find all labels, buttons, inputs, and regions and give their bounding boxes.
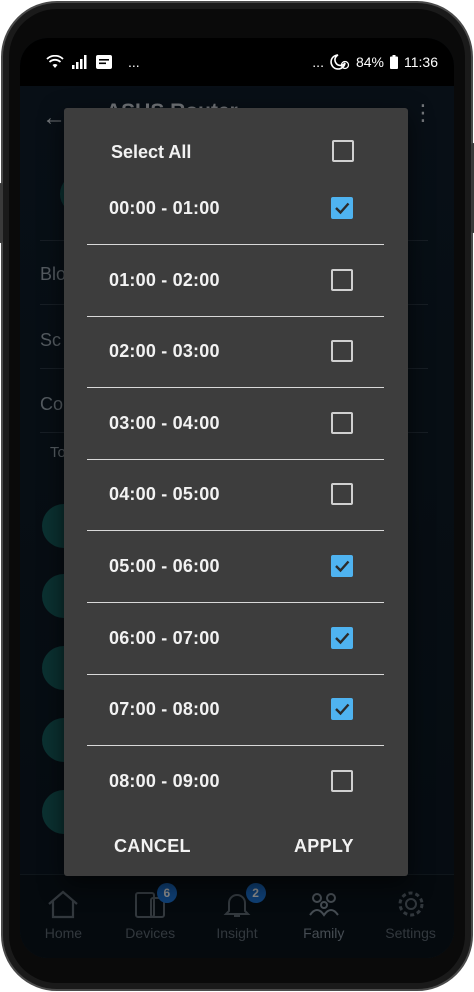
battery-percent: 84% xyxy=(355,54,384,70)
status-more-right: ... xyxy=(312,54,324,70)
message-icon xyxy=(96,55,112,69)
wifi-icon xyxy=(46,55,64,68)
volume-button xyxy=(0,183,3,243)
apply-button[interactable]: APPLY xyxy=(294,836,354,857)
time-slot-row[interactable]: 03:00 - 04:00 xyxy=(64,389,408,460)
status-more-left: ... xyxy=(128,54,140,70)
select-all-row[interactable]: Select All xyxy=(64,130,408,174)
cancel-button[interactable]: CANCEL xyxy=(114,836,191,857)
time-slot-label: 02:00 - 03:00 xyxy=(109,341,220,362)
time-slot-row[interactable]: 04:00 - 05:00 xyxy=(64,460,408,532)
time-slot-checkbox[interactable] xyxy=(331,340,353,363)
time-slot-checkbox[interactable] xyxy=(331,769,353,792)
time-slot-label: 03:00 - 04:00 xyxy=(109,412,220,433)
time-slot-checkbox[interactable] xyxy=(331,555,353,577)
status-bar: ... ... 84% 11:36 xyxy=(20,38,454,86)
time-slot-label: 08:00 - 09:00 xyxy=(109,770,220,791)
time-slot-label: 06:00 - 07:00 xyxy=(109,627,220,648)
time-slot-label: 00:00 - 01:00 xyxy=(109,198,220,218)
select-all-label: Select All xyxy=(111,142,192,162)
time-slot-row[interactable]: 01:00 - 02:00 xyxy=(64,246,408,317)
time-slot-label: 04:00 - 05:00 xyxy=(109,484,220,505)
time-slot-checkbox[interactable] xyxy=(331,483,353,506)
time-slot-checkbox[interactable] xyxy=(331,698,353,721)
time-slot-label: 07:00 - 08:00 xyxy=(109,699,220,720)
alarm-moon-icon xyxy=(330,54,350,70)
time-slot-row[interactable]: 05:00 - 06:00 xyxy=(64,532,408,603)
battery-icon xyxy=(390,55,398,69)
clock: 11:36 xyxy=(404,54,438,70)
time-slot-label: 01:00 - 02:00 xyxy=(109,269,220,290)
time-slot-checkbox[interactable] xyxy=(331,197,353,219)
time-slot-row[interactable]: 08:00 - 09:00 xyxy=(64,747,408,818)
time-slot-row[interactable]: 02:00 - 03:00 xyxy=(64,317,408,389)
screen: ... ... 84% 11:36 ← ASUS Router ⋮ Blo Sc xyxy=(20,38,454,958)
time-select-dialog: Select All 00:00 - 01:00 01:00 - 02:00 02:… xyxy=(64,108,408,876)
select-all-checkbox[interactable] xyxy=(332,140,354,162)
time-slot-checkbox[interactable] xyxy=(331,626,353,649)
time-slot-checkbox[interactable] xyxy=(331,411,353,434)
time-slot-checkbox[interactable] xyxy=(331,268,353,291)
time-slot-row[interactable]: 07:00 - 08:00 xyxy=(64,675,408,747)
time-slot-row[interactable]: 06:00 - 07:00 xyxy=(64,604,408,675)
time-slot-label: 05:00 - 06:00 xyxy=(109,556,220,576)
time-slot-row[interactable]: 00:00 - 01:00 xyxy=(64,174,408,245)
signal-icon xyxy=(72,55,87,69)
